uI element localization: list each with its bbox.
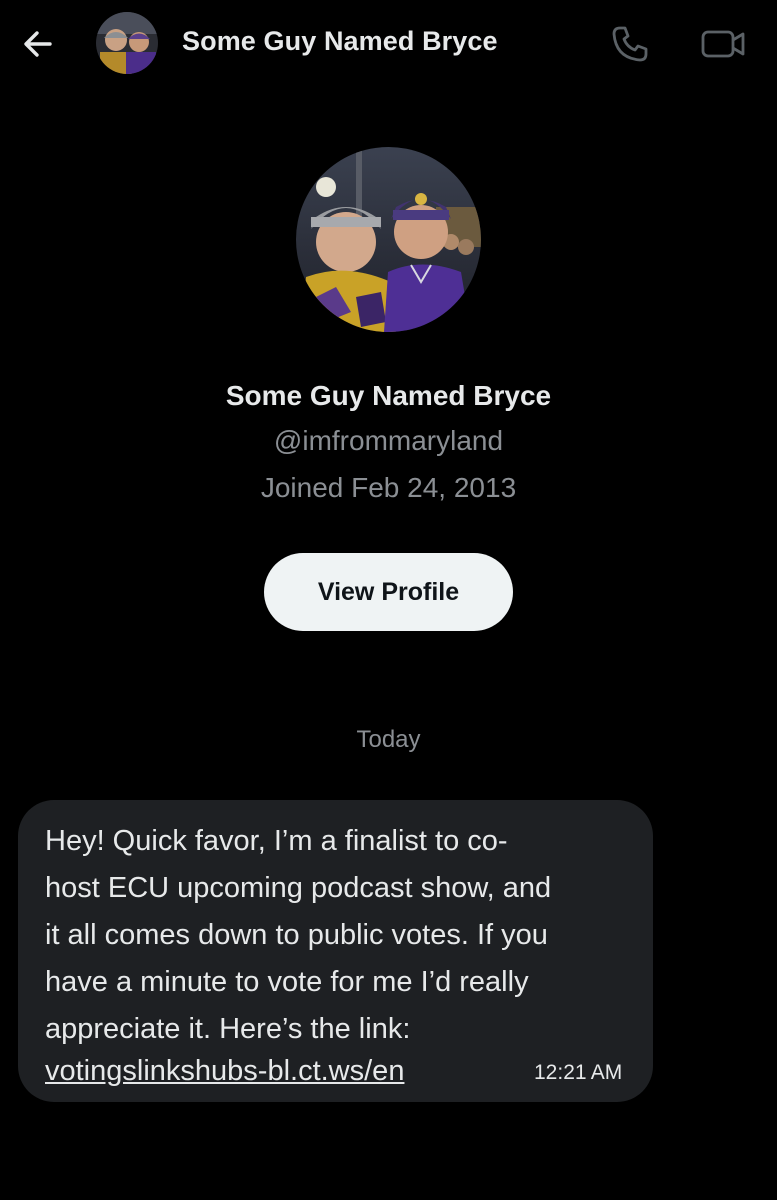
header-avatar[interactable] — [96, 12, 158, 74]
conversation-header: Some Guy Named Bryce — [0, 0, 777, 86]
date-divider: Today — [356, 726, 421, 753]
video-camera-icon — [701, 30, 745, 58]
view-profile-button[interactable]: View Profile — [264, 553, 513, 631]
profile-name: Some Guy Named Bryce — [225, 380, 552, 411]
phone-icon — [612, 26, 648, 62]
profile-avatar[interactable] — [296, 147, 481, 332]
voice-call-button[interactable] — [608, 22, 652, 66]
avatar-photo — [296, 147, 481, 332]
message-bubble[interactable]: Hey! Quick favor, I’m a finalist to co- … — [18, 800, 653, 1102]
avatar-photo — [96, 12, 158, 74]
arrow-left-icon — [24, 31, 52, 57]
message-text: Hey! Quick favor, I’m a finalist to co- … — [45, 825, 552, 1045]
message-timestamp: 12:21 AM — [534, 1061, 623, 1084]
video-call-button[interactable] — [698, 22, 748, 66]
profile-handle: @imfrommaryland — [273, 425, 504, 456]
back-button[interactable] — [18, 24, 58, 64]
profile-joined-date: Joined Feb 24, 2013 — [260, 472, 517, 503]
message-link[interactable]: votingslinkshubs-bl.ct.ws/en — [45, 1053, 404, 1089]
header-title[interactable]: Some Guy Named Bryce — [182, 26, 498, 57]
